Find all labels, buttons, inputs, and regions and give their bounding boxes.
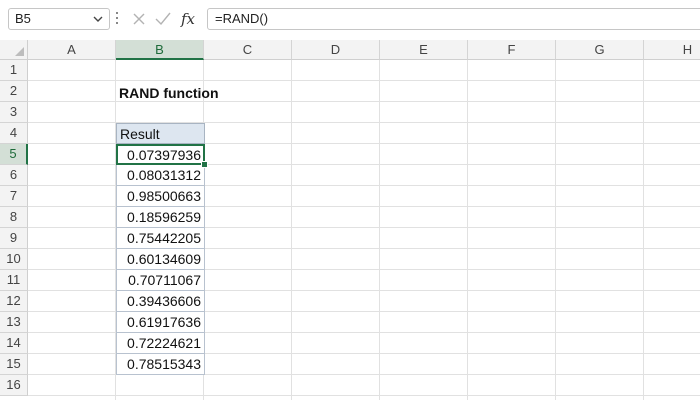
cancel-icon[interactable] [128, 8, 150, 30]
row-header-8[interactable]: 8 [0, 207, 28, 228]
row-header-7[interactable]: 7 [0, 186, 28, 207]
row-header-15[interactable]: 15 [0, 354, 28, 375]
column-header-a[interactable]: A [28, 40, 116, 60]
select-all-button[interactable] [0, 40, 28, 60]
formula-bar-drag-handle[interactable] [116, 12, 119, 26]
active-cell[interactable]: 0.07397936 [116, 144, 205, 165]
formula-actions: fx [128, 8, 200, 30]
formula-input[interactable]: =RAND() [207, 8, 700, 30]
table-cell[interactable]: 0.18596259 [116, 207, 205, 228]
row-header-13[interactable]: 13 [0, 312, 28, 333]
column-header-d[interactable]: D [292, 40, 380, 60]
row-header-16[interactable]: 16 [0, 375, 28, 396]
column-header-f[interactable]: F [468, 40, 556, 60]
table-cell[interactable]: 0.61917636 [116, 312, 205, 333]
row-header-12[interactable]: 12 [0, 291, 28, 312]
row-header-1[interactable]: 1 [0, 60, 28, 81]
column-header-g[interactable]: G [556, 40, 644, 60]
column-header-h[interactable]: H [644, 40, 700, 60]
fill-handle[interactable] [201, 161, 208, 168]
row-header-3[interactable]: 3 [0, 102, 28, 123]
row-header-6[interactable]: 6 [0, 165, 28, 186]
table-cell[interactable]: 0.78515343 [116, 354, 205, 375]
table-header-result[interactable]: Result [116, 123, 205, 144]
column-header-b[interactable]: B [116, 40, 204, 60]
insert-function-icon[interactable]: fx [176, 10, 200, 28]
check-icon[interactable] [152, 8, 174, 30]
spreadsheet-grid: ABCDEFGH 1 2 3 4 5 6 7 8 9 10 11 12 13 14 15 16 [0, 40, 700, 400]
table-cell[interactable]: 0.08031312 [116, 165, 205, 186]
row-header-5[interactable]: 5 [0, 144, 28, 165]
name-box[interactable]: B5 [8, 8, 110, 30]
table-cell[interactable]: 0.75442205 [116, 228, 205, 249]
table-cell[interactable]: 0.70711067 [116, 270, 205, 291]
chevron-down-icon[interactable] [93, 9, 103, 36]
row-header-10[interactable]: 10 [0, 249, 28, 270]
table-cell[interactable]: 0.98500663 [116, 186, 205, 207]
row-header-4[interactable]: 4 [0, 123, 28, 144]
row-header-2[interactable]: 2 [0, 81, 28, 102]
table-cell[interactable]: 0.60134609 [116, 249, 205, 270]
table-cell[interactable]: 0.39436606 [116, 291, 205, 312]
row-header-11[interactable]: 11 [0, 270, 28, 291]
name-box-value: B5 [15, 11, 31, 26]
formula-bar: B5 fx =RAND() [0, 0, 700, 40]
row-header-14[interactable]: 14 [0, 333, 28, 354]
sheet-title: RAND function [119, 85, 219, 101]
column-header-c[interactable]: C [204, 40, 292, 60]
row-header-9[interactable]: 9 [0, 228, 28, 249]
column-header-e[interactable]: E [380, 40, 468, 60]
table-cell[interactable]: 0.72224621 [116, 333, 205, 354]
